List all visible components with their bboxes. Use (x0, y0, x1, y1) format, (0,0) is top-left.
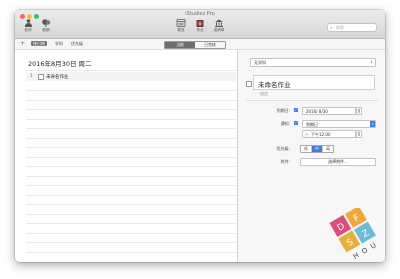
toolbar-assignments-button[interactable]: 5 作业 (190, 19, 210, 33)
add-assignment-button[interactable]: + (20, 41, 25, 47)
alert-time-field[interactable]: ◷ 下午12:00 (302, 130, 356, 138)
priority-high[interactable]: 高 (322, 146, 333, 152)
empty-row-line (26, 147, 236, 148)
empty-row-line (26, 251, 236, 253)
filter-by-priority[interactable]: 优先级 (69, 41, 85, 46)
task-number: 1 (30, 74, 33, 79)
subject-select[interactable]: 无学科 ⇕ (250, 58, 376, 67)
empty-row-line (26, 99, 236, 101)
alert-label: 通知: (280, 121, 290, 126)
filter-by-subject[interactable]: 学科 (53, 41, 65, 46)
empty-row-line (26, 109, 236, 110)
date-header: 2016年8月30日 周二 (28, 60, 92, 68)
chevron-up-down-icon: ⇕ (370, 60, 373, 64)
segment-completed[interactable]: 已完成 (195, 42, 225, 48)
alert-checkbox[interactable]: ✓ (294, 121, 298, 125)
list-item[interactable]: 1 未命名作业 (26, 72, 236, 81)
empty-row-line (26, 232, 236, 234)
complete-checkbox[interactable] (246, 81, 252, 87)
window-title: iStudiez Pro (185, 11, 215, 17)
empty-row-line (26, 137, 236, 139)
empty-row-line (26, 166, 236, 167)
assignment-title-field[interactable]: 未命名作业 (253, 75, 375, 90)
logo-letter: O (361, 246, 370, 256)
empty-row-line (26, 156, 236, 158)
alert-time-stepper[interactable]: ▲ ▼ (356, 130, 362, 138)
alert-time-value: 下午12:00 (311, 131, 331, 137)
assignment-title: 未命名作业 (258, 81, 291, 89)
filter-by-date[interactable]: 按日期 (31, 41, 47, 46)
choose-attachment-button[interactable]: 选择附件... (300, 158, 376, 166)
teacher-icon (24, 19, 32, 27)
toolbar-label: 作业 (196, 28, 204, 32)
empty-row-line (26, 242, 236, 243)
search-icon: ⌕ (330, 25, 333, 30)
assignment-list-pane: 2016年8月30日 周二 1 未命名作业 (15, 50, 236, 262)
priority-label: 优先级: (276, 146, 290, 151)
alert-select[interactable]: 到期日 ⇕ (302, 120, 376, 128)
priority-medium[interactable]: 中 (311, 146, 322, 152)
logo-letter: U (369, 241, 377, 250)
empty-row-line (26, 213, 236, 215)
subject-value: 无学科 (254, 60, 266, 65)
task-checkbox[interactable] (38, 74, 44, 80)
assignments-badge: 5 (199, 22, 201, 26)
toolbar-holidays-button[interactable]: 假期 (36, 19, 56, 33)
empty-row-line (26, 223, 236, 224)
search-input[interactable]: ⌕ 搜索 (327, 23, 377, 32)
empty-row-line (26, 118, 236, 120)
empty-row-line (26, 175, 236, 177)
due-date-stepper[interactable]: ▲ ▼ (356, 107, 362, 115)
empty-row-line (26, 128, 236, 129)
toolbar-transcript-button[interactable]: 成绩单 (209, 19, 229, 33)
filter-bar: + 按日期 学科 优先级 当前 已完成 (15, 39, 385, 50)
due-label: 到期日: (276, 108, 290, 113)
toolbar-label: 成绩单 (213, 28, 225, 32)
due-date-value: 2016/ 8/30 (306, 108, 328, 114)
status-segmented-control: 当前 已完成 (164, 41, 226, 49)
clock-icon: ◷ (305, 131, 309, 137)
toolbar-label: 老师 (24, 28, 32, 32)
priority-low[interactable]: 低 (301, 146, 311, 152)
chevron-up-down-icon: ⇕ (370, 121, 375, 127)
priority-segmented-control: 低 中 高 (300, 145, 334, 153)
search-placeholder: 搜索 (336, 25, 344, 30)
alert-value: 到期日 (306, 121, 318, 127)
divider (246, 100, 378, 101)
due-checkbox[interactable]: ✓ (294, 108, 298, 112)
assignments-icon: 5 (196, 20, 204, 27)
empty-row-line (26, 185, 236, 186)
sdfzhou-watermark-logo: D F S Z H O U (329, 208, 378, 261)
overview-icon (176, 19, 186, 27)
logo-letter: H (352, 251, 361, 261)
segment-current[interactable]: 当前 (165, 42, 195, 48)
attachment-label: 附件: (280, 159, 290, 164)
holidays-icon (42, 19, 51, 27)
divider (26, 70, 236, 71)
task-title: 未命名作业 (46, 75, 69, 80)
toolbar-teachers-button[interactable]: 老师 (18, 19, 38, 33)
empty-row-line (26, 90, 236, 91)
empty-row-line (26, 204, 236, 205)
due-date-field[interactable]: 2016/ 8/30 (302, 107, 356, 115)
transcript-icon (215, 19, 223, 27)
toolbar-label: 假期 (42, 28, 50, 32)
title-bar: iStudiez Pro 老师 假期 概览 5 作业 成绩单 ⌕ 搜索 (15, 10, 385, 39)
toolbar-overview-button[interactable]: 概览 (171, 19, 191, 33)
toolbar-label: 概览 (177, 28, 185, 32)
empty-row-line (26, 194, 236, 196)
description-field[interactable]: 描述 (260, 91, 268, 97)
